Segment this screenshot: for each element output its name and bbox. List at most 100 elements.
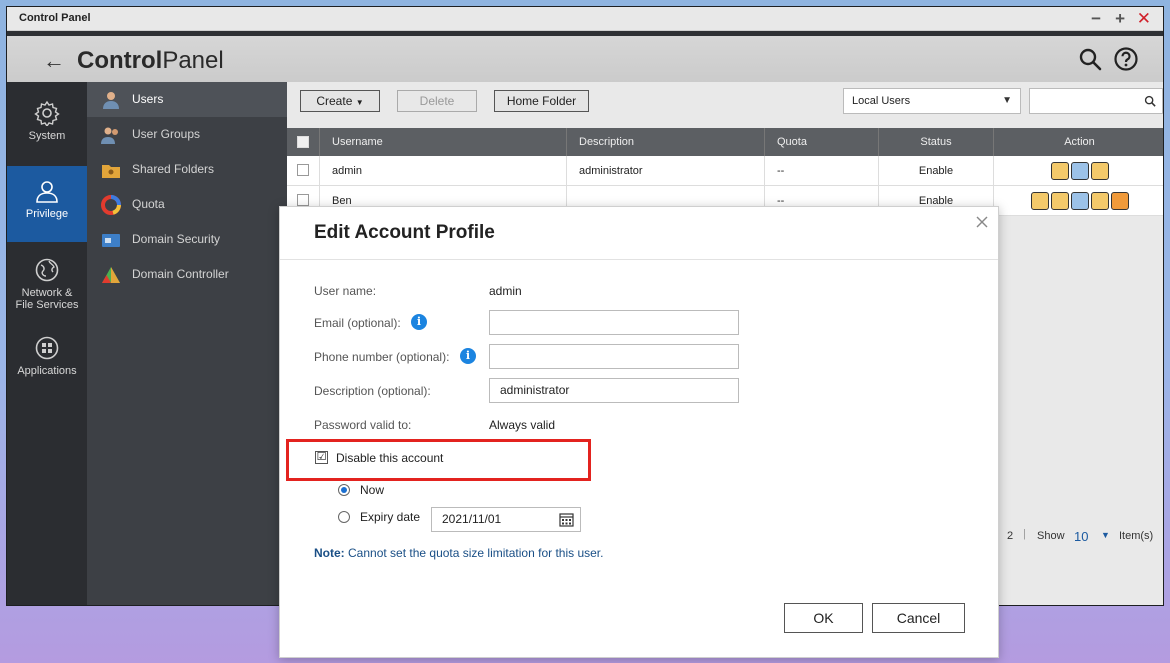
table-row[interactable]: admin administrator -- Enable — [287, 156, 1163, 186]
username-label: User name: — [314, 284, 377, 298]
header-status[interactable]: Status — [879, 128, 994, 156]
app-title: ControlPanel — [77, 47, 224, 75]
edit-permission-icon[interactable] — [1090, 162, 1109, 181]
expiry-date-input[interactable]: 2021/11/01 — [431, 507, 581, 532]
subnav-quota-label: Quota — [132, 197, 165, 211]
nav-network-file-services[interactable]: Network & File Services — [7, 257, 87, 311]
user-type-select[interactable]: Local Users ▼ — [843, 88, 1021, 114]
password-valid-value: Always valid — [489, 418, 556, 432]
user-type-selected: Local Users — [852, 95, 911, 107]
select-all-checkbox[interactable] — [297, 136, 309, 148]
domain-controller-icon — [102, 267, 120, 283]
subnav-item-domain-controller[interactable]: Domain Controller — [87, 257, 287, 292]
items-label: Item(s) — [1119, 530, 1154, 542]
create-label: Create — [316, 94, 353, 108]
nav-system[interactable]: System — [7, 100, 87, 142]
row-username: admin — [320, 156, 567, 185]
create-button[interactable]: Create ▼ — [300, 90, 380, 112]
create-caret-icon: ▼ — [355, 98, 364, 107]
dialog-title: Edit Account Profile — [314, 222, 495, 243]
close-window-button[interactable]: ✕ — [1137, 9, 1151, 29]
user-icon — [36, 181, 58, 203]
header-description[interactable]: Description — [567, 128, 765, 156]
now-label[interactable]: Now — [360, 483, 384, 497]
title-bar: Control Panel − + ✕ — [7, 7, 1163, 31]
row-checkbox[interactable] — [297, 194, 309, 206]
disable-account-label[interactable]: Disable this account — [336, 451, 443, 465]
expiry-date-label[interactable]: Expiry date — [360, 510, 420, 524]
close-icon[interactable] — [974, 214, 990, 230]
nav-applications-label: Applications — [17, 365, 77, 377]
subnav-item-user-groups[interactable]: User Groups — [87, 117, 287, 152]
subnav-shared-folders-label: Shared Folders — [132, 162, 215, 176]
description-field[interactable]: administrator — [489, 378, 739, 403]
cancel-button[interactable]: Cancel — [872, 603, 965, 633]
back-arrow-icon[interactable]: ← — [43, 48, 65, 74]
now-radio[interactable] — [338, 484, 350, 496]
minimize-button[interactable]: − — [1091, 9, 1101, 29]
toolbar: Create ▼ Delete Home Folder Local Users … — [287, 82, 1163, 122]
subnav-item-users[interactable]: Users — [87, 82, 287, 117]
app-privilege-icon[interactable] — [1110, 192, 1129, 211]
nav-system-label: System — [28, 130, 66, 142]
info-icon[interactable]: i — [460, 348, 476, 364]
row-status: Enable — [879, 156, 994, 185]
header-select-cell — [287, 128, 320, 156]
pager-divider: | — [1023, 528, 1026, 540]
subnav-domain-security-label: Domain Security — [132, 232, 221, 246]
nav-network-label-1: Network & — [21, 287, 73, 299]
app-header: ← ControlPanel — [7, 31, 1163, 82]
home-folder-button[interactable]: Home Folder — [494, 90, 589, 112]
maximize-button[interactable]: + — [1115, 9, 1125, 29]
expiry-date-radio[interactable] — [338, 511, 350, 523]
change-password-icon[interactable] — [1030, 192, 1049, 211]
edit-group-icon[interactable] — [1070, 192, 1089, 211]
header-action: Action — [1064, 136, 1095, 148]
show-label: Show — [1037, 530, 1065, 542]
edit-group-icon[interactable] — [1070, 162, 1089, 181]
info-icon[interactable]: i — [411, 314, 427, 330]
show-count-select[interactable]: 10 — [1074, 529, 1088, 544]
user-search-input[interactable] — [1029, 88, 1163, 114]
password-valid-label: Password valid to: — [314, 418, 412, 432]
row-quota: -- — [765, 156, 879, 185]
subnav-users-label: Users — [132, 92, 164, 106]
gear-icon — [34, 100, 60, 126]
username-value: admin — [489, 284, 522, 298]
ok-button[interactable]: OK — [784, 603, 863, 633]
row-description: administrator — [567, 156, 765, 185]
chevron-down-icon[interactable]: ▼ — [1101, 530, 1110, 540]
phone-label: Phone number (optional): — [314, 350, 450, 364]
chevron-down-icon: ▼ — [1002, 95, 1012, 106]
subnav-item-shared-folders[interactable]: Shared Folders — [87, 152, 287, 187]
help-icon[interactable] — [1113, 46, 1139, 72]
edit-account-profile-dialog: Edit Account Profile User name: admin Em… — [279, 206, 999, 658]
email-field[interactable] — [489, 310, 739, 335]
row-checkbox[interactable] — [297, 164, 309, 176]
header-username[interactable]: Username — [320, 128, 567, 156]
nav-network-label-2: File Services — [15, 299, 79, 311]
subnav-item-quota[interactable]: Quota — [87, 187, 287, 222]
calendar-icon[interactable] — [559, 512, 574, 527]
expiry-date-value: 2021/11/01 — [442, 512, 502, 526]
header-quota[interactable]: Quota — [765, 128, 879, 156]
phone-field[interactable] — [489, 344, 739, 369]
subnav-item-domain-security[interactable]: Domain Security — [87, 222, 287, 257]
search-icon — [1144, 95, 1156, 107]
user-groups-icon — [101, 127, 118, 144]
left-nav: System Privilege Network & File Services — [7, 82, 87, 605]
delete-button[interactable]: Delete — [397, 90, 477, 112]
app-title-bold: Control — [77, 47, 163, 74]
quota-pie-icon — [101, 195, 121, 215]
nav-applications[interactable]: Applications — [7, 335, 87, 377]
window-title: Control Panel — [19, 12, 91, 24]
edit-profile-icon[interactable] — [1050, 192, 1069, 211]
nav-privilege[interactable]: Privilege — [7, 166, 87, 242]
edit-profile-icon[interactable] — [1050, 162, 1069, 181]
edit-permission-icon[interactable] — [1090, 192, 1109, 211]
privilege-subnav: Users User Groups Shared Folders Quota D… — [87, 82, 287, 605]
disable-account-checkbox[interactable]: ☑ — [315, 451, 328, 464]
email-label: Email (optional): — [314, 316, 401, 330]
app-title-rest: Panel — [162, 47, 224, 74]
search-icon[interactable] — [1077, 46, 1103, 72]
